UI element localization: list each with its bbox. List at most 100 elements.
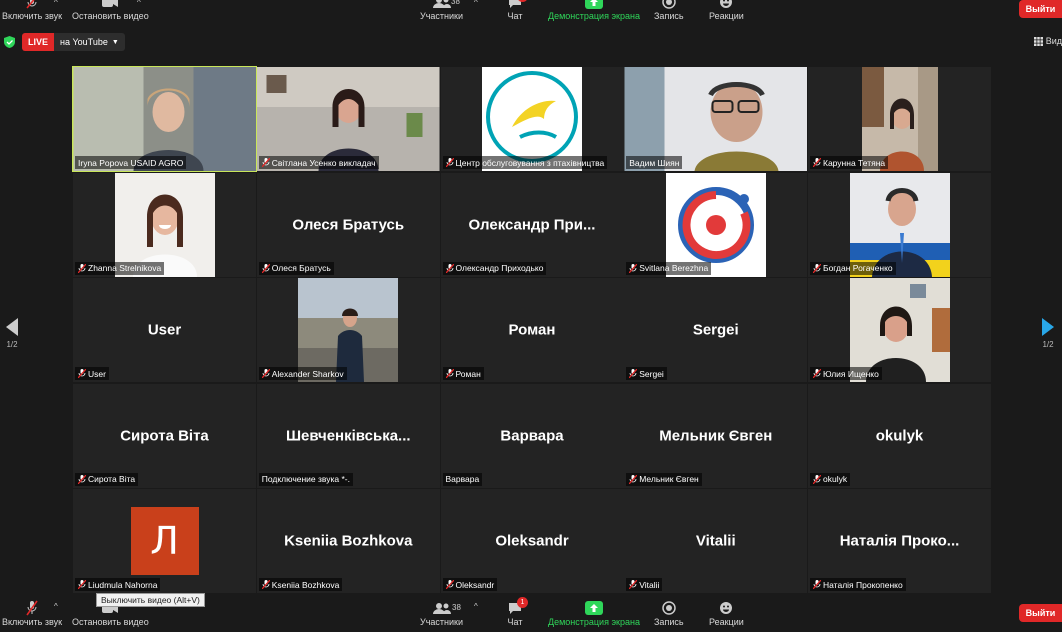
stop-video-tooltip: Выключить видео (Alt+V) bbox=[96, 593, 205, 607]
record-button-top[interactable]: Запись bbox=[654, 0, 684, 21]
participant-tile[interactable]: Олеся Братусь Олеся Братусь bbox=[256, 172, 440, 277]
arrow-right-icon bbox=[1042, 318, 1054, 336]
participant-tile[interactable]: Карунна Тетяна bbox=[808, 67, 991, 171]
participant-name-label: Sergei bbox=[626, 367, 667, 380]
caret-up-icon[interactable]: ^ bbox=[474, 0, 478, 7]
next-page-button[interactable]: 1/2 bbox=[1042, 318, 1054, 349]
mic-muted-icon bbox=[77, 579, 87, 590]
mic-muted-icon bbox=[445, 157, 454, 168]
participants-count: 38 bbox=[451, 0, 460, 6]
participant-tile[interactable]: Мельник Євген Мельник Євген bbox=[624, 383, 808, 488]
leave-button[interactable]: Выйти bbox=[1019, 604, 1062, 622]
participant-name: Варвара bbox=[445, 474, 480, 484]
participant-name-label: Svitlana Berezhna bbox=[626, 261, 712, 275]
audio-options-caret-icon[interactable]: ^ bbox=[54, 602, 58, 611]
live-tag: LIVE bbox=[22, 33, 55, 51]
participant-name: Svitlana Berezhna bbox=[639, 263, 709, 273]
security-shield-icon[interactable] bbox=[4, 36, 15, 48]
smiley-icon bbox=[716, 600, 736, 616]
view-button[interactable]: Вид bbox=[1033, 36, 1062, 46]
participant-name-label: Вадим Шиян bbox=[626, 156, 683, 169]
reactions-button[interactable]: Реакции bbox=[709, 600, 744, 627]
participant-tile[interactable]: Роман Роман bbox=[440, 278, 624, 382]
live-destination[interactable]: на YouTube ▼ bbox=[54, 33, 125, 51]
participant-tile[interactable]: Наталія Проко... Наталія Прокопенко bbox=[808, 489, 991, 593]
participant-name-label: Iryna Popova USAID AGRO bbox=[75, 156, 187, 169]
people-icon bbox=[432, 600, 452, 616]
participant-name: Alexander Sharkov bbox=[271, 368, 344, 379]
participant-tile[interactable]: Л Liudmula Nahorna bbox=[73, 489, 256, 593]
mic-muted-icon bbox=[628, 368, 638, 379]
participant-display-name: Наталія Проко... bbox=[839, 532, 960, 550]
participant-display-name: Варвара bbox=[500, 427, 564, 444]
participant-name: Сирота Віта bbox=[88, 474, 136, 484]
record-button[interactable]: Запись bbox=[654, 600, 684, 627]
participant-tile[interactable]: Шевченківська... Подключение звука *-. bbox=[256, 383, 440, 488]
participant-tile[interactable]: Юлия Ищенко bbox=[808, 278, 991, 382]
reactions-button-top[interactable]: Реакции bbox=[709, 0, 744, 21]
participant-name: Liudmula Nahorna bbox=[88, 579, 158, 590]
participant-tile[interactable]: User User bbox=[73, 278, 256, 382]
participant-tile[interactable]: Vitalii Vitalii bbox=[624, 489, 808, 593]
participant-tile[interactable]: Світлана Усенко викладач bbox=[256, 67, 440, 171]
participant-name: User bbox=[88, 368, 106, 379]
people-icon bbox=[432, 0, 452, 10]
participant-name: Kseniia Bozhkova bbox=[271, 579, 340, 590]
caret-up-icon[interactable]: ^ bbox=[54, 0, 58, 7]
participant-tile[interactable]: Сирота Віта Сирота Віта bbox=[73, 383, 256, 488]
participant-tile[interactable]: Oleksandr Oleksandr bbox=[440, 489, 624, 593]
prev-page-button[interactable]: 1/2 bbox=[6, 318, 18, 349]
participant-name-label: Олеся Братусь bbox=[258, 261, 334, 275]
mic-muted-icon bbox=[261, 579, 271, 590]
participant-display-name: Kseniia Bozhkova bbox=[284, 532, 413, 550]
participant-tile[interactable]: okulyk okulyk bbox=[808, 383, 991, 488]
participant-tile[interactable]: Олександр При... Олександр Приходько bbox=[440, 172, 624, 277]
participant-name: Vitalii bbox=[639, 579, 660, 590]
chat-button-top[interactable]: 1 Чат bbox=[505, 0, 528, 21]
participant-tile[interactable]: Варвара Варвара bbox=[440, 383, 624, 488]
participant-display-name: okulyk bbox=[875, 427, 924, 444]
participant-tile[interactable]: Svitlana Berezhna bbox=[624, 172, 808, 277]
participant-name-label: Сирота Віта bbox=[75, 472, 139, 486]
chat-unread-badge: 1 bbox=[517, 597, 528, 608]
participant-display-name: Роман bbox=[508, 321, 556, 339]
mic-muted-icon bbox=[77, 474, 87, 484]
share-screen-button-top[interactable]: Демонстрация экрана bbox=[548, 0, 640, 21]
participant-name-label: Юлия Ищенко bbox=[810, 367, 882, 380]
mic-muted-icon bbox=[445, 368, 454, 379]
mic-muted-icon bbox=[628, 474, 638, 484]
participant-name-label: Олександр Приходько bbox=[442, 261, 547, 275]
share-screen-icon bbox=[584, 600, 604, 616]
participant-name: Богдан Рогаченко bbox=[823, 263, 893, 273]
participant-tile-active-speaker[interactable]: Iryna Popova USAID AGRO bbox=[72, 66, 257, 172]
mic-muted-icon bbox=[812, 368, 822, 379]
participant-tile[interactable]: Alexander Sharkov bbox=[256, 278, 440, 382]
participant-tile[interactable]: Zhanna Strelnikova bbox=[73, 172, 256, 277]
participant-name: Олеся Братусь bbox=[271, 263, 331, 273]
avatar: Л bbox=[130, 507, 199, 575]
participant-name: Олександр Приходько bbox=[455, 263, 544, 273]
participant-name-label: Liudmula Nahorna bbox=[75, 578, 161, 591]
live-stream-indicator[interactable]: LIVE на YouTube ▼ bbox=[22, 33, 125, 51]
participant-tile[interactable]: Kseniia Bozhkova Kseniia Bozhkova bbox=[256, 489, 440, 593]
participant-grid: Iryna Popova USAID AGRO Світлана Усенко в… bbox=[72, 66, 991, 593]
leave-button-top[interactable]: Выйти bbox=[1019, 0, 1062, 18]
mic-muted-icon bbox=[812, 579, 822, 590]
mic-muted-icon bbox=[77, 263, 87, 273]
participant-tile[interactable]: Центр обслуговування з птахівництва bbox=[440, 67, 624, 171]
participants-caret-icon[interactable]: ^ bbox=[474, 602, 478, 611]
participants-count: 38 bbox=[452, 603, 461, 612]
mic-muted-icon bbox=[261, 368, 271, 379]
participant-tile[interactable]: Богдан Рогаченко bbox=[808, 172, 991, 277]
participant-display-name: Мельник Євген bbox=[659, 427, 773, 444]
mic-muted-icon bbox=[445, 579, 454, 590]
participant-display-name: Vitalii bbox=[695, 532, 736, 550]
caret-up-icon[interactable]: ^ bbox=[137, 0, 141, 7]
participant-name-label: Богдан Рогаченко bbox=[810, 261, 896, 275]
chat-button[interactable]: 1 Чат bbox=[505, 597, 528, 627]
participant-tile[interactable]: Sergei Sergei bbox=[624, 278, 808, 382]
participant-name-label: Карунна Тетяна bbox=[810, 156, 889, 169]
share-screen-button[interactable]: Демонстрация экрана bbox=[548, 600, 640, 627]
participant-tile[interactable]: Вадим Шиян bbox=[624, 67, 808, 171]
record-icon bbox=[659, 600, 679, 616]
